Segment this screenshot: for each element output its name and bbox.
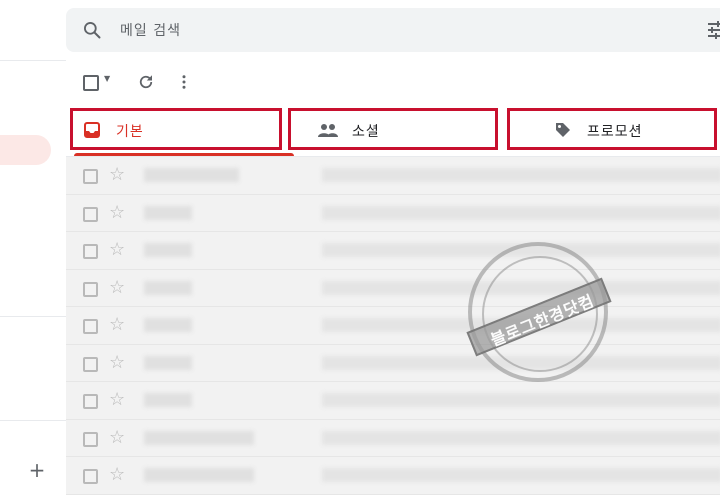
star-icon[interactable]: ☆	[109, 352, 125, 373]
email-row[interactable]: ☆	[66, 382, 720, 420]
row-checkbox[interactable]	[83, 319, 98, 334]
email-row[interactable]: ☆	[66, 307, 720, 345]
category-tabs: 기본 소셜 프로모션	[66, 104, 720, 157]
select-all-checkbox[interactable]	[83, 75, 99, 91]
sender-blurred	[144, 243, 192, 257]
row-checkbox[interactable]	[83, 431, 98, 447]
star-icon[interactable]: ☆	[109, 389, 125, 410]
star-icon[interactable]: ☆	[109, 427, 125, 448]
row-checkbox[interactable]	[83, 169, 98, 184]
select-dropdown-caret-icon[interactable]: ▼	[104, 74, 110, 83]
row-checkbox[interactable]	[83, 469, 98, 484]
sender-blurred	[144, 430, 254, 445]
refresh-icon[interactable]	[137, 73, 155, 91]
row-checkbox[interactable]	[83, 281, 98, 297]
star-icon[interactable]: ☆	[109, 202, 125, 223]
row-checkbox[interactable]	[83, 356, 98, 372]
email-row[interactable]: ☆	[66, 344, 720, 382]
left-navigation: +	[0, 0, 66, 480]
active-tab-indicator	[74, 153, 294, 156]
subject-blurred	[322, 430, 720, 445]
star-icon[interactable]: ☆	[109, 277, 125, 298]
email-row[interactable]: ☆	[66, 269, 720, 307]
more-options-icon[interactable]	[175, 73, 193, 91]
row-checkbox[interactable]	[83, 206, 98, 222]
star-icon[interactable]: ☆	[109, 164, 125, 185]
divider	[0, 420, 66, 421]
email-row[interactable]: ☆	[66, 457, 720, 495]
nav-item-inbox-active[interactable]	[0, 135, 51, 165]
star-icon[interactable]: ☆	[109, 464, 125, 485]
highlight-box-promotions	[507, 108, 717, 150]
mail-toolbar: ▼	[66, 60, 720, 104]
highlight-box-social	[288, 108, 498, 150]
search-input[interactable]: 메일 검색	[120, 20, 181, 40]
watermark-stamp: 블로그한경닷컴	[466, 242, 612, 382]
search-bar[interactable]: 메일 검색	[66, 8, 720, 52]
search-icon[interactable]	[82, 20, 102, 40]
divider	[0, 60, 66, 61]
sender-blurred	[144, 318, 192, 332]
email-row[interactable]: ☆	[66, 157, 720, 195]
row-checkbox[interactable]	[83, 244, 98, 259]
email-row[interactable]: ☆	[66, 194, 720, 232]
star-icon[interactable]: ☆	[109, 239, 125, 260]
email-row[interactable]: ☆	[66, 419, 720, 457]
divider	[0, 316, 66, 317]
email-list: ☆ ☆ ☆ ☆ ☆ ☆ ☆ ☆ ☆	[66, 157, 720, 495]
sender-blurred	[144, 393, 192, 407]
subject-blurred	[322, 205, 720, 220]
search-options-icon[interactable]	[706, 20, 720, 40]
subject-blurred	[322, 393, 720, 407]
row-checkbox[interactable]	[83, 394, 98, 409]
subject-blurred	[322, 168, 720, 182]
sender-blurred	[144, 168, 239, 182]
email-row[interactable]: ☆	[66, 232, 720, 270]
highlight-box-primary	[70, 108, 282, 150]
sender-blurred	[144, 205, 192, 220]
sender-blurred	[144, 355, 192, 370]
star-icon[interactable]: ☆	[109, 314, 125, 335]
sender-blurred	[144, 280, 192, 295]
add-label-plus-icon[interactable]: +	[27, 460, 47, 480]
